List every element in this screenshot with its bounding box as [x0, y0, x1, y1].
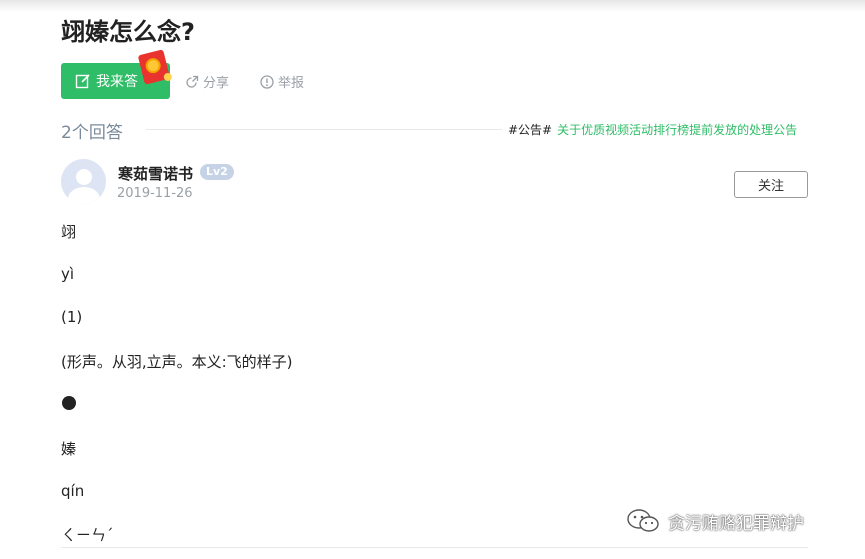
avatar-head	[76, 169, 92, 185]
share-label: 分享	[203, 76, 230, 91]
red-packet-dot	[162, 72, 173, 82]
follow-button[interactable]: 关注	[734, 171, 808, 198]
header-divider	[146, 129, 502, 130]
red-packet-coin	[144, 56, 163, 75]
watermark: 贪污贿赂犯罪辩护	[626, 508, 804, 534]
bullet-dot	[62, 396, 76, 410]
question-title: 翊嫀怎么念?	[61, 18, 195, 46]
report-button[interactable]: 举报	[260, 72, 304, 91]
answer-username[interactable]: 寒茹雪诺书	[118, 163, 193, 184]
level-badge: Lv2	[200, 164, 234, 180]
avatar-torso	[68, 187, 100, 204]
edit-icon	[75, 74, 90, 89]
announcement: #公告# 关于优质视频活动排行榜提前发放的处理公告	[508, 121, 797, 138]
watermark-text: 贪污贿赂犯罪辩护	[668, 513, 804, 534]
announcement-link[interactable]: 关于优质视频活动排行榜提前发放的处理公告	[557, 121, 797, 138]
answer-line-char1: 翊	[61, 223, 77, 241]
answers-count: 2个回答	[61, 123, 123, 143]
report-label: 举报	[278, 76, 305, 91]
avatar-icon[interactable]	[61, 159, 106, 204]
share-button[interactable]: 分享	[185, 72, 229, 91]
answer-line-zhuyin: ㄑㄧㄣˊ	[61, 526, 114, 544]
share-icon	[186, 75, 199, 88]
bottom-divider	[61, 547, 808, 548]
top-shadow	[0, 0, 865, 12]
answer-date: 2019-11-26	[117, 186, 193, 201]
answer-line-pinyin1: yì	[61, 265, 75, 283]
answer-line-char2: 嫀	[61, 440, 77, 458]
answer-line-definition: (形声。从羽,立声。本义:飞的样子)	[61, 353, 293, 371]
wechat-icon	[627, 509, 659, 532]
report-icon	[260, 74, 274, 89]
answer-button-label: 我来答	[96, 74, 138, 90]
answer-line-number: (1)	[61, 308, 83, 326]
answer-line-pinyin2: qín	[61, 482, 85, 500]
announcement-tag: #公告#	[508, 123, 553, 137]
